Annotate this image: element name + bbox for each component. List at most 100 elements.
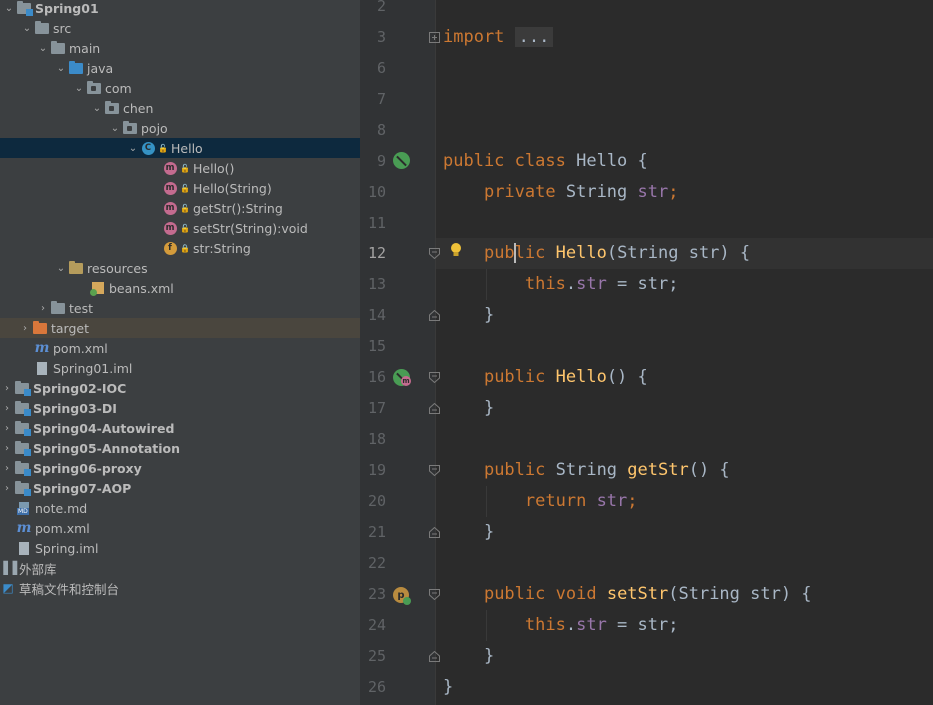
chevron-down-icon[interactable]: ⌄ — [20, 21, 34, 35]
line-number: 10 — [367, 183, 386, 201]
tree-item-module[interactable]: › Spring05-Annotation — [0, 438, 360, 458]
fold-open-icon[interactable] — [429, 372, 440, 383]
code-line[interactable]: public void setStr(String str) { — [443, 579, 812, 610]
tree-item-method[interactable]: m 🔓 Hello(String) — [0, 178, 360, 198]
code-line[interactable]: } — [443, 672, 453, 703]
tree-item-label: pojo — [141, 120, 168, 136]
tree-item-label: java — [87, 60, 114, 76]
code-editor[interactable]: 2 3 6 7 8 9 10 11 12 13 14 15 16 17 18 1… — [360, 0, 933, 705]
tree-item-label: Spring03-DI — [33, 400, 117, 416]
chevron-right-icon[interactable]: › — [0, 421, 14, 435]
code-line[interactable]: this.str = str; — [443, 610, 679, 641]
module-folder-icon — [16, 0, 33, 16]
chevron-down-icon[interactable]: ⌄ — [2, 1, 16, 15]
tree-item-label: resources — [87, 260, 148, 276]
tree-item-external-libraries[interactable]: ▐▐ 外部库 — [0, 558, 360, 578]
chevron-right-icon[interactable]: › — [0, 481, 14, 495]
code-line[interactable]: return str; — [443, 486, 638, 517]
tree-item-target[interactable]: › target — [0, 318, 360, 338]
chevron-down-icon[interactable]: ⌄ — [126, 141, 140, 155]
code-line[interactable]: public Hello() { — [443, 362, 648, 393]
line-number: 12 — [367, 244, 386, 262]
line-number: 8 — [376, 121, 386, 139]
line-number: 18 — [367, 430, 386, 448]
tree-item-pom-xml[interactable]: m pom.xml — [0, 338, 360, 358]
chevron-right-icon[interactable]: › — [0, 461, 14, 475]
field-icon: f — [162, 241, 178, 255]
chevron-down-icon[interactable]: ⌄ — [108, 121, 122, 135]
fold-open-icon[interactable] — [429, 465, 440, 476]
chevron-down-icon[interactable]: ⌄ — [72, 81, 86, 95]
tree-item-note-md[interactable]: MD note.md — [0, 498, 360, 518]
tree-item-main[interactable]: ⌄ main — [0, 38, 360, 58]
code-line[interactable]: } — [443, 641, 494, 672]
property-icon[interactable]: p — [393, 587, 411, 605]
tree-item-method[interactable]: m 🔓 Hello() — [0, 158, 360, 178]
line-number: 22 — [367, 554, 386, 572]
code-line[interactable]: } — [443, 517, 494, 548]
tree-item-module[interactable]: › Spring02-IOC — [0, 378, 360, 398]
tree-item-iml[interactable]: Spring.iml — [0, 538, 360, 558]
tree-item-label: Spring.iml — [35, 540, 99, 556]
tree-item-iml[interactable]: Spring01.iml — [0, 358, 360, 378]
fold-close-icon[interactable] — [429, 310, 440, 321]
chevron-right-icon[interactable]: › — [18, 321, 32, 335]
chevron-right-icon[interactable]: › — [0, 441, 14, 455]
code-line[interactable]: public class Hello { — [443, 146, 648, 177]
chevron-down-icon[interactable]: ⌄ — [90, 101, 104, 115]
chevron-right-icon[interactable]: › — [36, 301, 50, 315]
tree-item-pom-xml[interactable]: m pom.xml — [0, 518, 360, 538]
tree-item-module[interactable]: › Spring06-proxy — [0, 458, 360, 478]
fold-open-icon[interactable] — [429, 589, 440, 600]
fold-plus-icon[interactable] — [429, 32, 440, 43]
tree-item-method[interactable]: m 🔓 setStr(String):void — [0, 218, 360, 238]
tree-item-src[interactable]: ⌄ src — [0, 18, 360, 38]
package-icon — [104, 100, 120, 115]
tree-item-spring01[interactable]: ⌄ Spring01 — [0, 0, 360, 18]
folded-imports[interactable]: ... — [514, 27, 554, 47]
chevron-right-icon[interactable]: › — [0, 381, 14, 395]
tree-item-beans-xml[interactable]: beans.xml — [0, 278, 360, 298]
tree-item-scratches[interactable]: ◩ 草稿文件和控制台 — [0, 578, 360, 598]
package-icon — [86, 80, 102, 95]
fold-close-icon[interactable] — [429, 527, 440, 538]
markdown-file-icon: MD — [16, 501, 32, 515]
line-number: 3 — [376, 28, 386, 46]
chevron-right-icon[interactable]: › — [0, 401, 14, 415]
code-line[interactable]: } — [443, 393, 494, 424]
chevron-down-icon[interactable]: ⌄ — [54, 261, 68, 275]
tree-item-pojo[interactable]: ⌄ pojo — [0, 118, 360, 138]
tree-item-module[interactable]: › Spring07-AOP — [0, 478, 360, 498]
fold-open-icon[interactable] — [429, 248, 440, 259]
public-lock-icon: 🔓 — [180, 163, 190, 173]
tree-item-field[interactable]: f 🔒 str:String — [0, 238, 360, 258]
tree-item-java[interactable]: ⌄ java — [0, 58, 360, 78]
tree-item-chen[interactable]: ⌄ chen — [0, 98, 360, 118]
code-line-current[interactable]: public Hello(String str) { — [443, 238, 750, 269]
method-implementation-icon[interactable]: m — [393, 369, 411, 387]
iml-file-icon — [34, 361, 50, 375]
code-line[interactable]: private String str; — [443, 177, 679, 208]
tree-item-label: Spring06-proxy — [33, 460, 142, 476]
tree-item-hello-class[interactable]: ⌄ C 🔓 Hello — [0, 138, 360, 158]
public-lock-icon: 🔓 — [180, 203, 190, 213]
private-lock-icon: 🔒 — [180, 243, 190, 253]
chevron-down-icon[interactable]: ⌄ — [54, 61, 68, 75]
fold-close-icon[interactable] — [429, 403, 440, 414]
run-class-icon[interactable] — [393, 152, 411, 170]
chevron-down-icon[interactable]: ⌄ — [36, 41, 50, 55]
tree-item-test[interactable]: › test — [0, 298, 360, 318]
code-line[interactable]: } — [443, 300, 494, 331]
tree-item-module[interactable]: › Spring04-Autowired — [0, 418, 360, 438]
public-lock-icon: 🔓 — [158, 143, 168, 153]
folder-icon — [50, 300, 66, 315]
code-line[interactable]: import ... — [443, 22, 554, 53]
fold-close-icon[interactable] — [429, 651, 440, 662]
code-line[interactable]: public String getStr() { — [443, 455, 730, 486]
tree-item-com[interactable]: ⌄ com — [0, 78, 360, 98]
tree-item-label: setStr(String):void — [193, 220, 308, 236]
code-line[interactable]: this.str = str; — [443, 269, 679, 300]
tree-item-module[interactable]: › Spring03-DI — [0, 398, 360, 418]
tree-item-method[interactable]: m 🔓 getStr():String — [0, 198, 360, 218]
tree-item-resources[interactable]: ⌄ resources — [0, 258, 360, 278]
